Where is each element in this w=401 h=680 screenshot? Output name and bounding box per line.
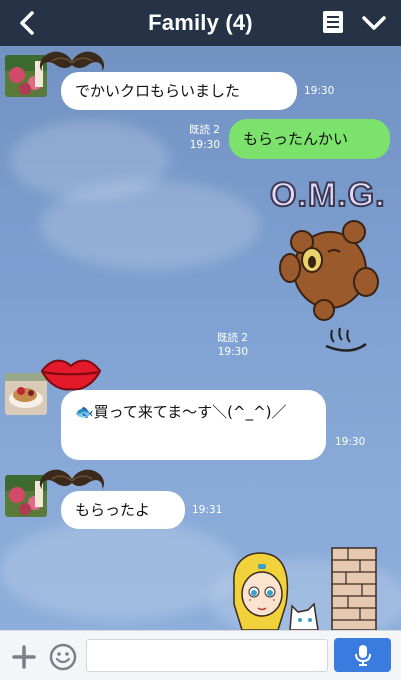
message-bubble-incoming[interactable]: でかいクロもらいました xyxy=(61,72,297,110)
message-time: 19:30 xyxy=(189,139,220,151)
message-time: 19:30 xyxy=(304,85,335,97)
chevron-down-icon[interactable] xyxy=(361,12,387,34)
message-text: でかいクロもらいました xyxy=(75,82,241,100)
girl-cat-sticker[interactable] xyxy=(228,544,388,630)
read-receipt: 既読 2 xyxy=(216,332,248,344)
message-time: 19:30 xyxy=(217,346,248,358)
message-bubble-outgoing[interactable]: もらったんかい xyxy=(229,119,390,159)
message-time: 19:30 xyxy=(335,436,366,448)
plus-icon[interactable] xyxy=(12,645,36,669)
lips-icon xyxy=(40,359,102,391)
omg-bear-sticker[interactable]: O.M.G. xyxy=(268,172,386,362)
message-input[interactable] xyxy=(86,639,328,672)
wallpaper-cloud xyxy=(40,180,260,270)
message-bubble-incoming[interactable]: 🐟買って来てま〜す＼(^_^)／ xyxy=(61,390,326,460)
chevron-left-icon[interactable] xyxy=(14,9,42,37)
message-time: 19:31 xyxy=(192,504,223,516)
message-text: もらったんかい xyxy=(243,130,349,148)
chat-title[interactable]: Family (4) xyxy=(148,10,253,36)
read-receipt: 既読 2 xyxy=(188,124,220,136)
sticker-caption: O.M.G. xyxy=(269,175,386,215)
list-menu-icon[interactable] xyxy=(323,11,343,33)
chat-screen: Family (4) でかいクロもらいました 19:30 既読 2 19:30 … xyxy=(0,0,401,680)
wallpaper-cloud xyxy=(0,520,240,620)
microphone-icon xyxy=(355,645,371,666)
message-bubble-incoming[interactable]: もらったよ xyxy=(61,491,185,529)
smiley-icon[interactable] xyxy=(49,643,77,671)
message-text: もらったよ xyxy=(75,501,151,519)
microphone-button[interactable] xyxy=(334,638,391,672)
chat-header: Family (4) xyxy=(0,0,401,46)
message-text: 🐟買って来てま〜す＼(^_^)／ xyxy=(75,403,287,421)
